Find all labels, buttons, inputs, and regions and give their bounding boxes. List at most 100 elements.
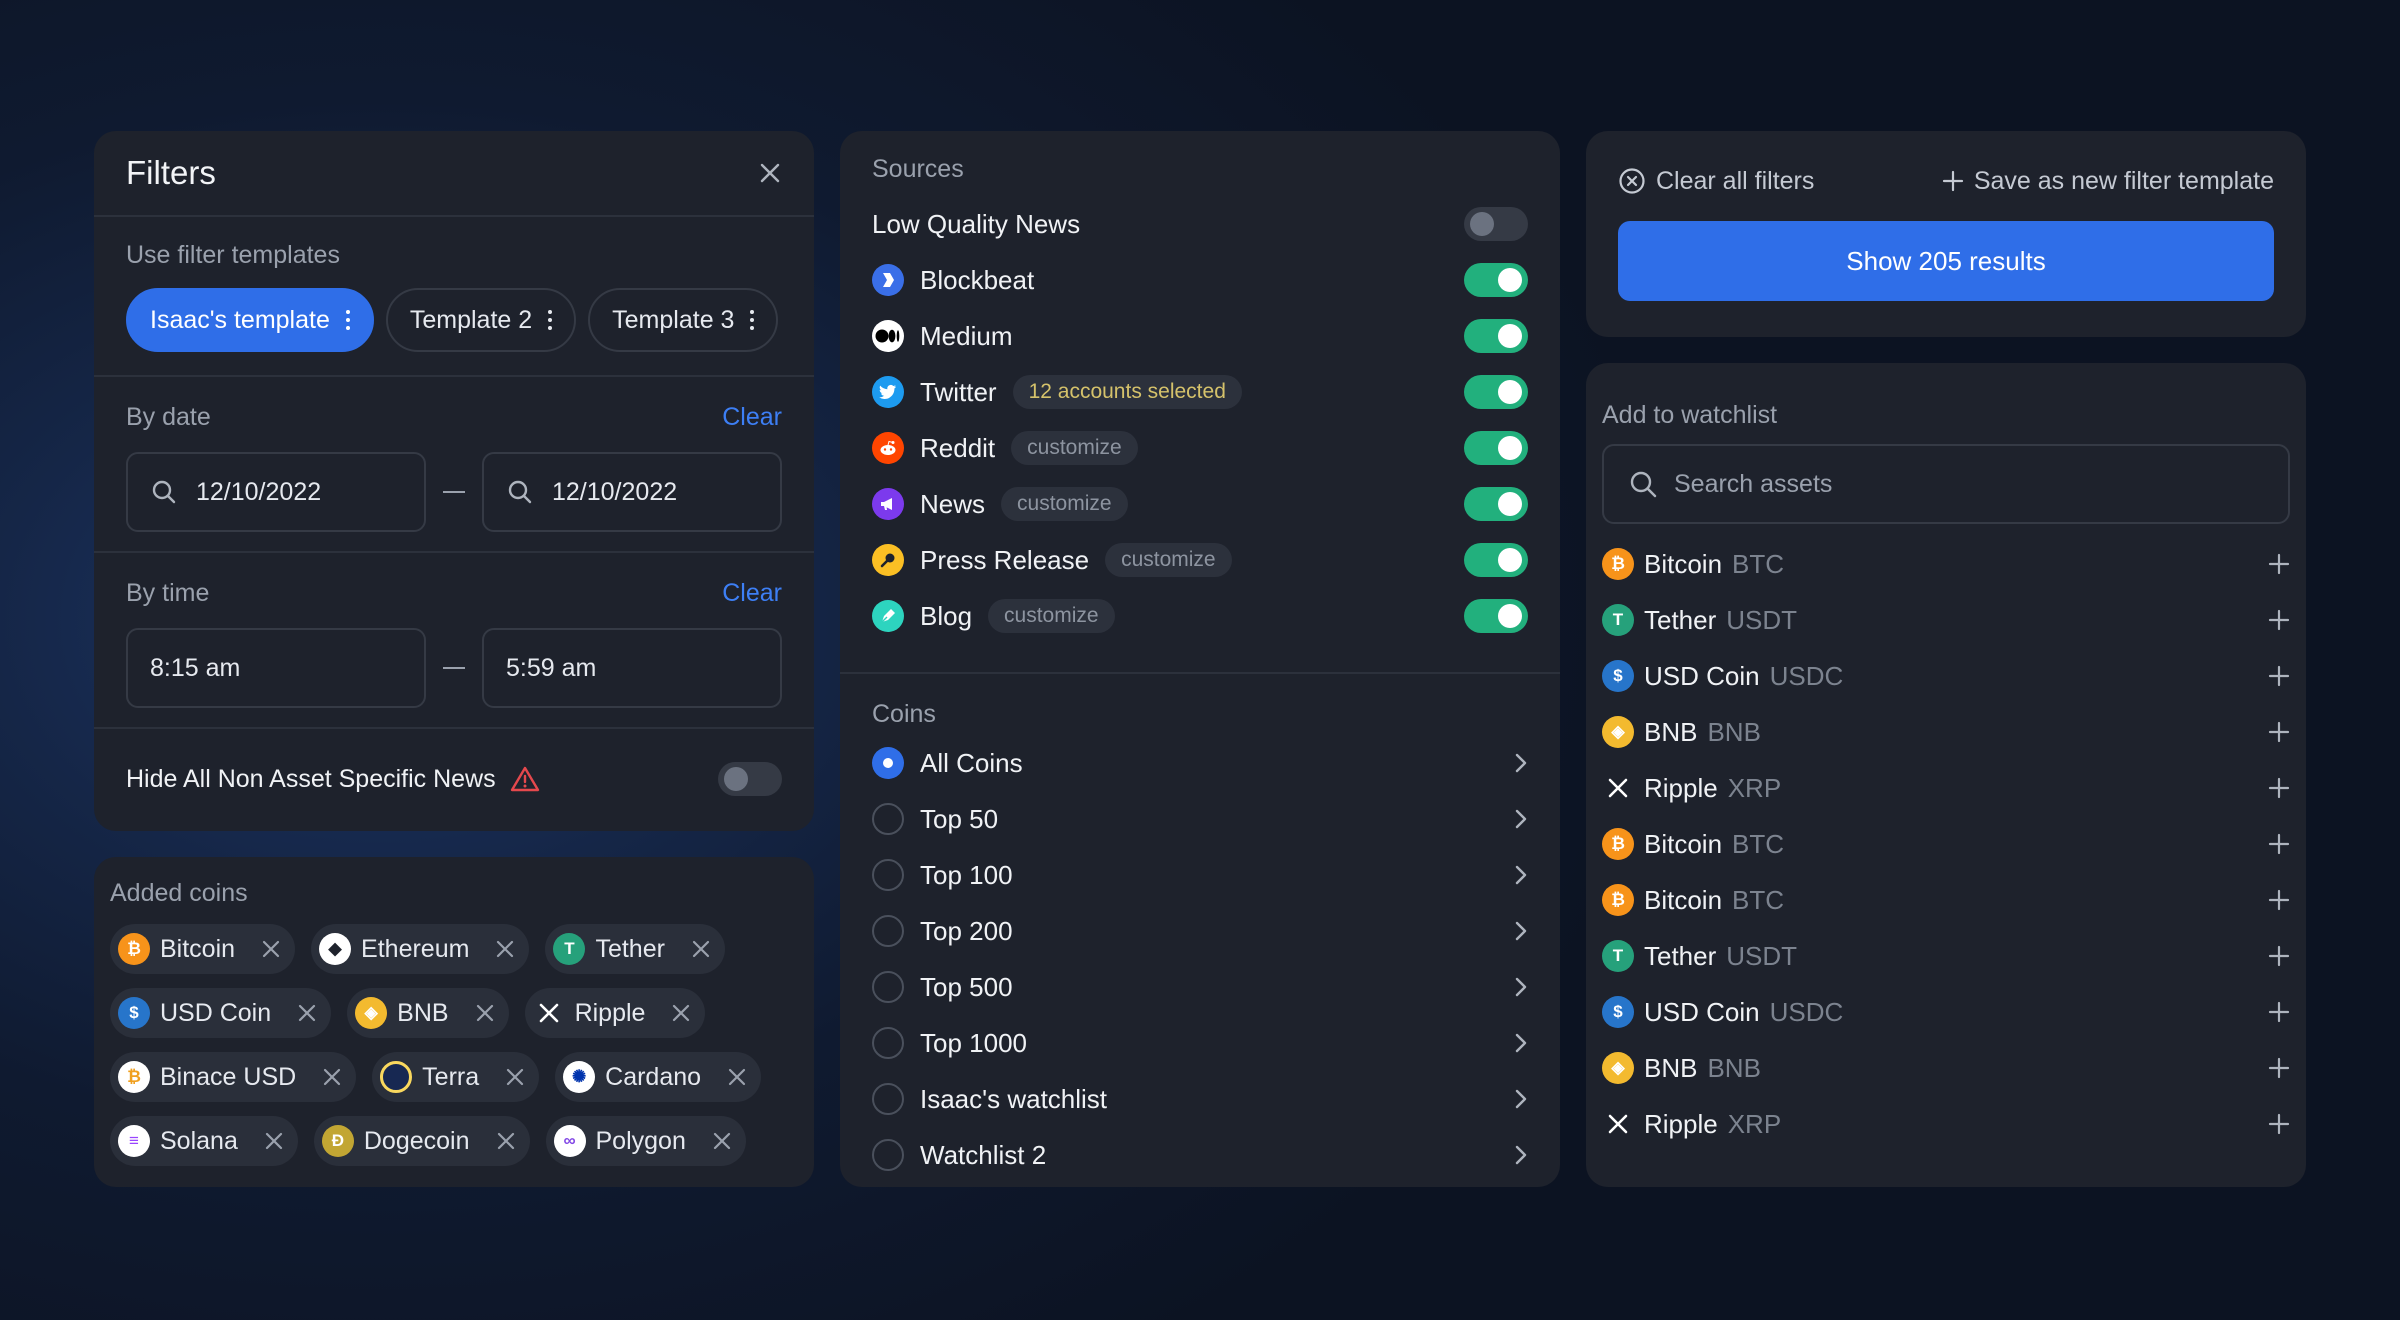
template-chip-3[interactable]: Template 3 bbox=[588, 288, 779, 352]
more-vertical-icon[interactable] bbox=[750, 310, 755, 330]
coin-option-label: Top 200 bbox=[920, 915, 1013, 946]
coin-option-top-50[interactable]: Top 50 bbox=[840, 791, 1560, 847]
asset-symbol: BTC bbox=[1732, 828, 1785, 859]
date-to-value: 12/10/2022 bbox=[552, 477, 678, 506]
remove-icon[interactable] bbox=[727, 1067, 747, 1087]
templates-section: Use filter templates Isaac's template Te… bbox=[94, 217, 814, 377]
plus-icon[interactable] bbox=[2268, 833, 2290, 855]
remove-icon[interactable] bbox=[297, 1003, 317, 1023]
plus-icon[interactable] bbox=[2268, 609, 2290, 631]
radio[interactable] bbox=[872, 803, 904, 835]
date-from-field[interactable]: 12/10/2022 bbox=[126, 452, 426, 532]
press-release-toggle[interactable] bbox=[1464, 543, 1528, 577]
coin-option-top-200[interactable]: Top 200 bbox=[840, 903, 1560, 959]
search-assets-input[interactable]: Search assets bbox=[1602, 444, 2290, 524]
asset-name: Tether bbox=[1644, 940, 1717, 971]
remove-icon[interactable] bbox=[261, 939, 281, 959]
plus-icon[interactable] bbox=[2268, 553, 2290, 575]
radio[interactable] bbox=[872, 1083, 904, 1115]
medium-toggle[interactable] bbox=[1464, 319, 1528, 353]
plus-icon[interactable] bbox=[2268, 1113, 2290, 1135]
asset-symbol: BTC bbox=[1732, 548, 1785, 579]
coin-option-all-coins[interactable]: All Coins bbox=[840, 735, 1560, 791]
list-item: $ USD Coin USDC bbox=[1602, 648, 2290, 704]
coin-chip-bnb: ◈ BNB bbox=[347, 988, 509, 1038]
save-template-button[interactable]: Save as new filter template bbox=[1942, 167, 2274, 196]
close-icon[interactable] bbox=[758, 161, 782, 185]
blockbeat-toggle[interactable] bbox=[1464, 263, 1528, 297]
remove-icon[interactable] bbox=[322, 1067, 342, 1087]
remove-icon[interactable] bbox=[495, 939, 515, 959]
show-results-button[interactable]: Show 205 results bbox=[1618, 221, 2274, 301]
remove-icon[interactable] bbox=[264, 1131, 284, 1151]
coin-chip-label: Tether bbox=[595, 934, 665, 963]
clear-all-filters-button[interactable]: Clear all filters bbox=[1618, 167, 1814, 196]
low-quality-toggle[interactable] bbox=[1464, 207, 1528, 241]
coin-option-label: Watchlist 2 bbox=[920, 1139, 1047, 1170]
radio[interactable] bbox=[872, 1027, 904, 1059]
plus-icon[interactable] bbox=[2268, 1057, 2290, 1079]
clear-all-label: Clear all filters bbox=[1656, 166, 1815, 195]
watchlist-assets: ₿ Bitcoin BTC T Tether USDT $ USD Coin USDC ◈ B… bbox=[1602, 536, 2290, 1152]
blog-toggle[interactable] bbox=[1464, 599, 1528, 633]
twitter-accounts-badge[interactable]: 12 accounts selected bbox=[1012, 375, 1242, 409]
more-vertical-icon[interactable] bbox=[548, 310, 553, 330]
filters-header: Filters bbox=[94, 131, 814, 217]
press-release-customize-button[interactable]: customize bbox=[1105, 543, 1232, 577]
remove-icon[interactable] bbox=[475, 1003, 495, 1023]
clear-date-link[interactable]: Clear bbox=[722, 403, 782, 432]
date-to-field[interactable]: 12/10/2022 bbox=[482, 452, 782, 532]
date-section: By date Clear 12/10/2022 12/10/2022 bbox=[94, 377, 814, 553]
chevron-right-icon bbox=[1514, 1088, 1528, 1110]
clear-time-link[interactable]: Clear bbox=[722, 579, 782, 608]
remove-icon[interactable] bbox=[496, 1131, 516, 1151]
tether-icon: T bbox=[1602, 940, 1634, 972]
radio[interactable] bbox=[872, 971, 904, 1003]
plus-icon[interactable] bbox=[2268, 665, 2290, 687]
list-item: ◈ BNB BNB bbox=[1602, 1040, 2290, 1096]
asset-name: BNB bbox=[1644, 1052, 1698, 1083]
remove-icon[interactable] bbox=[712, 1131, 732, 1151]
radio[interactable] bbox=[872, 915, 904, 947]
remove-icon[interactable] bbox=[505, 1067, 525, 1087]
coin-option-top-500[interactable]: Top 500 bbox=[840, 959, 1560, 1015]
template-chip-isaac[interactable]: Isaac's template bbox=[126, 288, 374, 352]
coin-option-isaacs-watchlist[interactable]: Isaac's watchlist bbox=[840, 1071, 1560, 1127]
template-chip-2[interactable]: Template 2 bbox=[385, 288, 577, 352]
remove-icon[interactable] bbox=[671, 1003, 691, 1023]
coin-option-label: Top 500 bbox=[920, 971, 1013, 1002]
search-placeholder: Search assets bbox=[1674, 469, 1833, 498]
ripple-icon bbox=[1602, 772, 1634, 804]
time-from-field[interactable]: 8:15 am bbox=[126, 628, 426, 708]
coin-option-top-100[interactable]: Top 100 bbox=[840, 847, 1560, 903]
coin-chip-tether: T Tether bbox=[545, 924, 725, 974]
asset-name: Tether bbox=[1644, 604, 1717, 635]
plus-icon[interactable] bbox=[2268, 1001, 2290, 1023]
plus-icon[interactable] bbox=[2268, 777, 2290, 799]
radio[interactable] bbox=[872, 1139, 904, 1171]
time-to-field[interactable]: 5:59 am bbox=[482, 628, 782, 708]
usd-coin-icon: $ bbox=[118, 997, 150, 1029]
plus-icon[interactable] bbox=[2268, 721, 2290, 743]
list-item: $ USD Coin USDC bbox=[1602, 984, 2290, 1040]
radio-selected[interactable] bbox=[872, 747, 904, 779]
twitter-toggle[interactable] bbox=[1464, 375, 1528, 409]
hide-non-asset-toggle[interactable] bbox=[718, 762, 782, 796]
reddit-toggle[interactable] bbox=[1464, 431, 1528, 465]
low-quality-row: Low Quality News bbox=[840, 196, 1560, 252]
asset-name: BNB bbox=[1644, 716, 1698, 747]
blog-customize-button[interactable]: customize bbox=[988, 599, 1115, 633]
coin-chip-ripple: Ripple bbox=[524, 988, 706, 1038]
reddit-customize-button[interactable]: customize bbox=[1011, 431, 1138, 465]
news-customize-button[interactable]: customize bbox=[1001, 487, 1128, 521]
more-vertical-icon[interactable] bbox=[345, 310, 350, 330]
news-toggle[interactable] bbox=[1464, 487, 1528, 521]
coin-option-top-1000[interactable]: Top 1000 bbox=[840, 1015, 1560, 1071]
plus-icon[interactable] bbox=[2268, 889, 2290, 911]
plus-icon[interactable] bbox=[2268, 945, 2290, 967]
radio[interactable] bbox=[872, 859, 904, 891]
coin-option-watchlist-2[interactable]: Watchlist 2 bbox=[840, 1127, 1560, 1183]
blockbeat-icon bbox=[872, 264, 904, 296]
source-label: Medium bbox=[920, 320, 1013, 351]
remove-icon[interactable] bbox=[691, 939, 711, 959]
